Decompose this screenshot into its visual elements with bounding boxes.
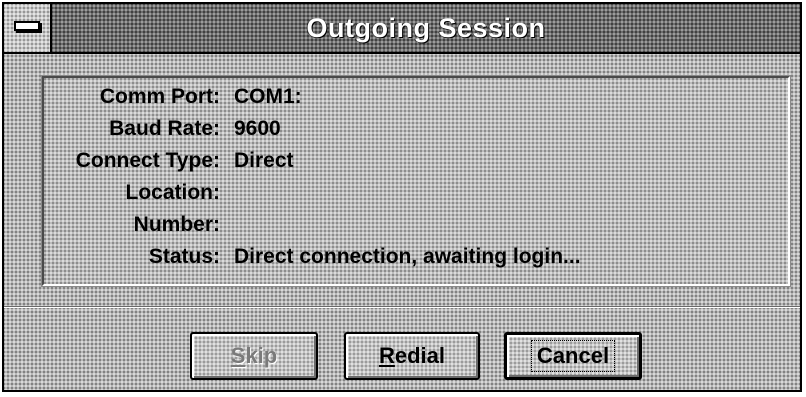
location-label: Location:: [125, 181, 221, 204]
redial-button-label: Redial: [375, 342, 449, 370]
baud-rate-value: 9600: [234, 117, 281, 140]
status-value: Direct connection, awaiting login...: [234, 245, 581, 268]
connect-type-label: Connect Type:: [75, 149, 220, 172]
status-label: Status:: [148, 245, 220, 268]
outgoing-session-dialog: Outgoing Session Comm Port: COM1: Baud R…: [2, 2, 802, 392]
baud-rate-label: Baud Rate:: [109, 117, 220, 140]
skip-mnemonic: S: [230, 343, 246, 368]
skip-button-label: Skip: [227, 342, 281, 370]
button-area-divider: [4, 306, 800, 308]
session-info-panel: Comm Port: COM1: Baud Rate: 9600 Connect…: [41, 75, 791, 287]
system-menu-icon: [14, 21, 40, 31]
cancel-button[interactable]: Cancel: [504, 332, 642, 380]
title-bar[interactable]: Outgoing Session: [4, 4, 800, 54]
redial-button[interactable]: Redial: [344, 332, 480, 380]
window-title: Outgoing Session: [306, 13, 546, 43]
number-label: Number:: [133, 213, 220, 236]
system-menu-button[interactable]: [4, 4, 52, 52]
redial-mnemonic: R: [378, 343, 395, 368]
cancel-button-label: Cancel: [530, 340, 616, 372]
comm-port-label: Comm Port:: [99, 85, 220, 108]
connect-type-value: Direct: [234, 149, 294, 172]
comm-port-value: COM1:: [234, 85, 302, 108]
skip-button[interactable]: Skip: [190, 332, 318, 380]
redial-label-rest: edial: [394, 343, 446, 368]
skip-label-rest: kip: [245, 343, 278, 368]
